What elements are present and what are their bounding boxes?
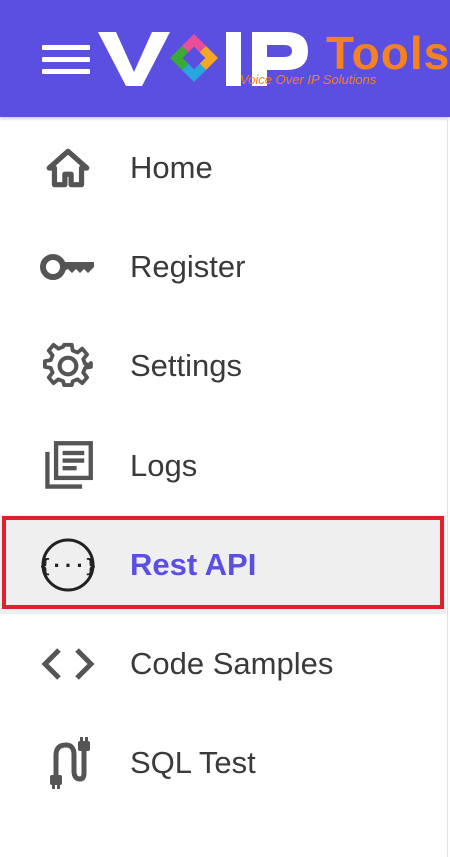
hamburger-menu-icon[interactable] [42, 45, 90, 75]
sidebar-item-label: SQL Test [130, 745, 256, 781]
code-brackets-icon [40, 636, 96, 692]
sidebar-item-label: Settings [130, 348, 243, 384]
hamburger-line [42, 69, 90, 74]
sidebar-item-settings[interactable]: Settings [0, 317, 446, 416]
voiptools-logo[interactable]: Tools Voice Over IP Solutions [94, 24, 449, 94]
logo-tagline: Voice Over IP Solutions [240, 72, 377, 87]
svg-text:{···}: {···} [40, 555, 96, 577]
api-braces-icon: {···} [40, 537, 96, 593]
app-header: Tools Voice Over IP Solutions [0, 0, 450, 117]
hamburger-line [42, 45, 90, 50]
sidebar-item-label: Register [130, 248, 246, 284]
sql-plug-icon [40, 735, 96, 791]
sidebar-item-label: Rest API [130, 546, 257, 582]
sidebar-item-home[interactable]: Home [0, 118, 446, 217]
sidebar-item-label: Home [130, 149, 213, 185]
sidebar-item-logs[interactable]: Logs [0, 416, 446, 515]
sidebar-item-register[interactable]: Register [0, 217, 446, 316]
sidebar-item-code-samples[interactable]: Code Samples [0, 614, 446, 713]
home-icon [40, 140, 96, 196]
gear-icon [40, 338, 96, 394]
app-root: Tools Voice Over IP Solutions Home Regis… [0, 0, 450, 857]
sidebar-item-rest-api[interactable]: {···} Rest API [0, 515, 446, 615]
logs-icon [40, 438, 96, 494]
sidebar-item-label: Code Samples [130, 646, 334, 682]
sidebar-nav: Home Register Settings Logs {···} Rest A… [0, 118, 446, 813]
sidebar-item-sql-test[interactable]: SQL Test [0, 714, 446, 813]
sidebar-divider [447, 117, 448, 857]
sidebar-item-label: Logs [130, 447, 198, 483]
key-icon [40, 239, 96, 295]
hamburger-line [42, 57, 90, 62]
